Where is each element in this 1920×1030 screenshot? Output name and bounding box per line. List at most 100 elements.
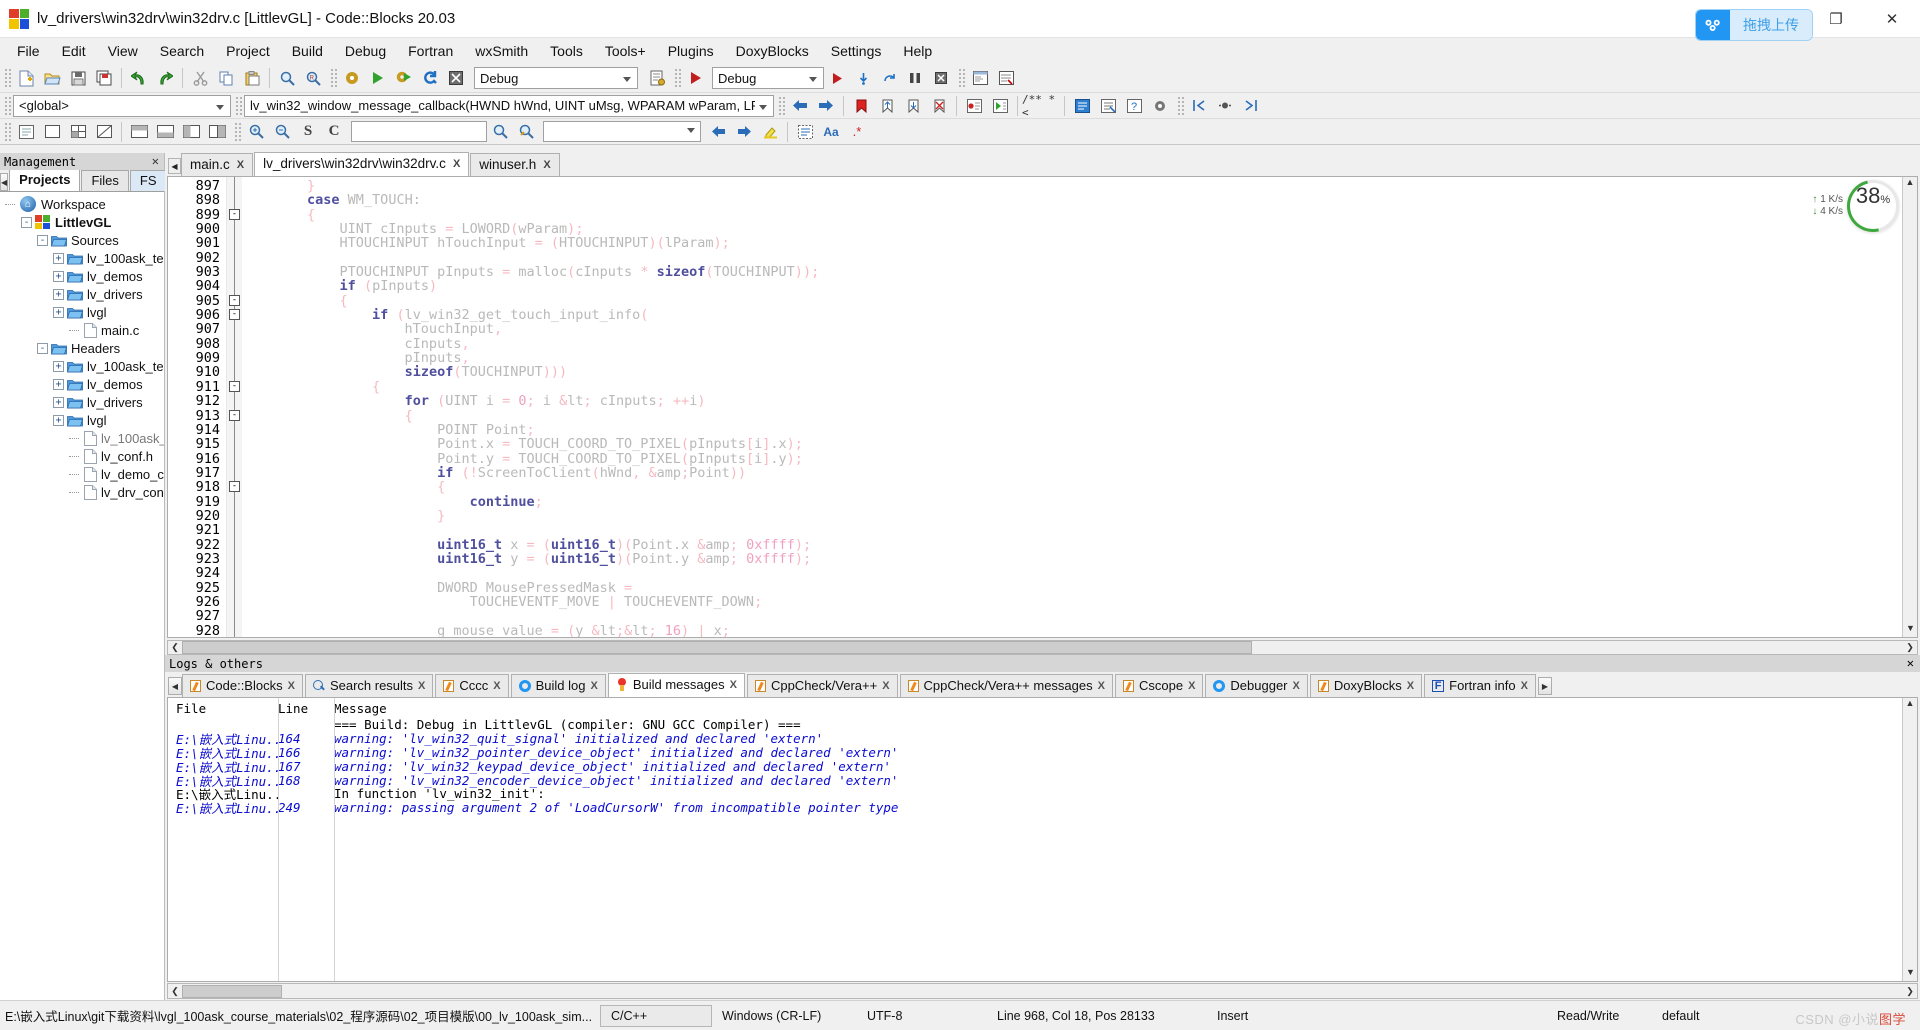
editor-vertical-scrollbar[interactable]: ▲ ▼	[1902, 177, 1917, 637]
menu-item-search[interactable]: Search	[149, 41, 215, 61]
close-icon[interactable]: X	[1293, 680, 1300, 692]
close-icon[interactable]: X	[493, 680, 500, 692]
collapse-icon[interactable]: -	[21, 216, 32, 228]
expand-icon[interactable]: +	[53, 414, 64, 426]
debug-window-icon[interactable]	[967, 66, 993, 91]
close-icon[interactable]: X	[453, 158, 460, 170]
expand-icon[interactable]: +	[53, 288, 64, 300]
hscroll-track[interactable]	[182, 641, 1903, 654]
maximize-button[interactable]: ❐	[1808, 0, 1864, 38]
fold-toggle[interactable]: -	[229, 481, 240, 493]
build-icon[interactable]	[339, 66, 365, 91]
wxsmith-grid-icon[interactable]	[65, 119, 91, 144]
toolbar-grip[interactable]	[777, 94, 785, 117]
tree-item[interactable]: - LittlevGL	[0, 213, 164, 231]
debug-continue-icon[interactable]	[683, 66, 709, 91]
select-all-icon[interactable]	[792, 119, 818, 144]
fold-toggle[interactable]: -	[229, 294, 240, 306]
doxyblocks-settings-icon[interactable]	[1147, 93, 1173, 118]
log-row[interactable]: E:\嵌入式Linu... 249 warning: passing argumen…	[168, 800, 1917, 816]
tab-files[interactable]: Files	[81, 170, 129, 191]
logs-tab-build-log[interactable]: Build log X	[510, 674, 606, 697]
replace-icon[interactable]: R	[300, 66, 326, 91]
debug-step-into-icon[interactable]	[850, 66, 876, 91]
scroll-up-icon[interactable]: ▲	[1903, 177, 1917, 191]
close-icon[interactable]: X	[237, 159, 244, 171]
paste-icon[interactable]	[239, 66, 265, 91]
wxsmith-panel-icon[interactable]	[39, 119, 65, 144]
clear-bookmarks-icon[interactable]	[926, 93, 952, 118]
logs-tab-scroll-right-icon[interactable]: ▶	[1537, 677, 1552, 695]
menu-item-build[interactable]: Build	[281, 41, 334, 61]
close-icon[interactable]: X	[882, 680, 889, 692]
build-options-icon[interactable]	[644, 66, 670, 91]
goto-input[interactable]	[543, 121, 701, 142]
toolbar-grip[interactable]	[957, 67, 965, 89]
logs-tab-code-blocks[interactable]: Code::Blocks X	[182, 674, 303, 697]
editor-tab-winuser-h[interactable]: winuser.h X	[470, 153, 560, 176]
close-icon[interactable]: X	[1188, 680, 1195, 692]
save-all-icon[interactable]	[91, 66, 117, 91]
nav-back-icon[interactable]	[787, 93, 813, 118]
open-file-icon[interactable]	[39, 66, 65, 91]
log-row[interactable]: E:\嵌入式Linu... 164 warning: 'lv_win32_quit_…	[168, 731, 1917, 747]
collapse-icon[interactable]: -	[37, 342, 48, 354]
drag-upload-pill[interactable]: 拖拽上传	[1696, 10, 1812, 40]
hscroll-track[interactable]	[182, 984, 1903, 998]
match-case-icon[interactable]: Aa	[818, 119, 844, 144]
logs-vertical-scrollbar[interactable]: ▲ ▼	[1902, 698, 1917, 981]
collapse-icon[interactable]: -	[37, 234, 48, 246]
tree-item[interactable]: + lv_drivers	[0, 393, 164, 411]
comment-block-icon[interactable]: /** *<	[1022, 93, 1060, 119]
tree-item[interactable]: + lv_100ask_te	[0, 357, 164, 375]
copy-icon[interactable]	[213, 66, 239, 91]
log-row[interactable]: E:\嵌入式Linu... 168 warning: 'lv_win32_encod…	[168, 773, 1917, 789]
wxsmith-diag-icon[interactable]	[91, 119, 117, 144]
tree-item[interactable]: + lv_100ask_te	[0, 249, 164, 267]
close-icon[interactable]: X	[543, 159, 550, 171]
logs-tab-cccc[interactable]: Cccc X	[435, 674, 509, 697]
log-row[interactable]: === Build: Debug in LittlevGL (compiler:…	[168, 717, 1917, 732]
close-icon[interactable]: X	[590, 680, 597, 692]
hscroll-thumb[interactable]	[182, 641, 1252, 654]
tree-item[interactable]: - Sources	[0, 231, 164, 249]
expand-icon[interactable]: +	[53, 252, 64, 264]
toolbar-grip[interactable]	[3, 94, 11, 117]
rebuild-icon[interactable]	[417, 66, 443, 91]
fortran-jump-here-icon[interactable]	[1212, 93, 1238, 118]
logs-tab-cscope[interactable]: Cscope X	[1114, 674, 1204, 697]
logs-tab-cppcheck-vera-messages[interactable]: CppCheck/Vera++ messages X	[899, 674, 1113, 697]
expand-icon[interactable]: +	[53, 396, 64, 408]
cut-icon[interactable]	[187, 66, 213, 91]
toolbar-grip[interactable]	[233, 120, 241, 143]
hscroll-thumb[interactable]	[182, 984, 282, 998]
log-row[interactable]: E:\嵌入式Linu... In function 'lv_win32_init'…	[168, 786, 1917, 802]
run-icon[interactable]	[365, 66, 391, 91]
split-unsplit-icon[interactable]	[178, 119, 204, 144]
logs-tab-fortran-info[interactable]: F Fortran info X	[1424, 674, 1536, 697]
scroll-down-icon[interactable]: ▼	[1903, 623, 1917, 637]
incremental-prev-icon[interactable]	[705, 119, 731, 144]
toolbar-grip[interactable]	[673, 67, 681, 89]
log-row[interactable]: E:\嵌入式Linu... 166 warning: 'lv_win32_point…	[168, 745, 1917, 761]
editor-tab-scroll-left-icon[interactable]: ◀	[168, 158, 181, 174]
prev-bookmark-icon[interactable]	[874, 93, 900, 118]
tab-fs[interactable]: FS	[129, 170, 167, 191]
menu-item-help[interactable]: Help	[892, 41, 943, 61]
toggle-bookmark-icon[interactable]	[848, 93, 874, 118]
search-go-icon[interactable]	[487, 119, 513, 144]
menu-item-tools-plus[interactable]: Tools+	[594, 41, 657, 61]
editor-horizontal-scrollbar[interactable]: ❮ ❯	[167, 640, 1918, 655]
nav-forward-icon[interactable]	[813, 93, 839, 118]
search-input[interactable]	[351, 121, 487, 142]
close-icon[interactable]: X	[1407, 680, 1414, 692]
tree-item[interactable]: + lvgl	[0, 411, 164, 429]
find-icon[interactable]	[274, 66, 300, 91]
close-icon[interactable]: X	[418, 680, 425, 692]
redo-icon[interactable]	[152, 66, 178, 91]
fold-toggle[interactable]: -	[229, 309, 240, 321]
split-horizontal-icon[interactable]	[126, 119, 152, 144]
toolbar-grip[interactable]	[3, 67, 11, 89]
debug-target-select[interactable]: Debug	[712, 67, 824, 89]
menu-item-settings[interactable]: Settings	[820, 41, 893, 61]
